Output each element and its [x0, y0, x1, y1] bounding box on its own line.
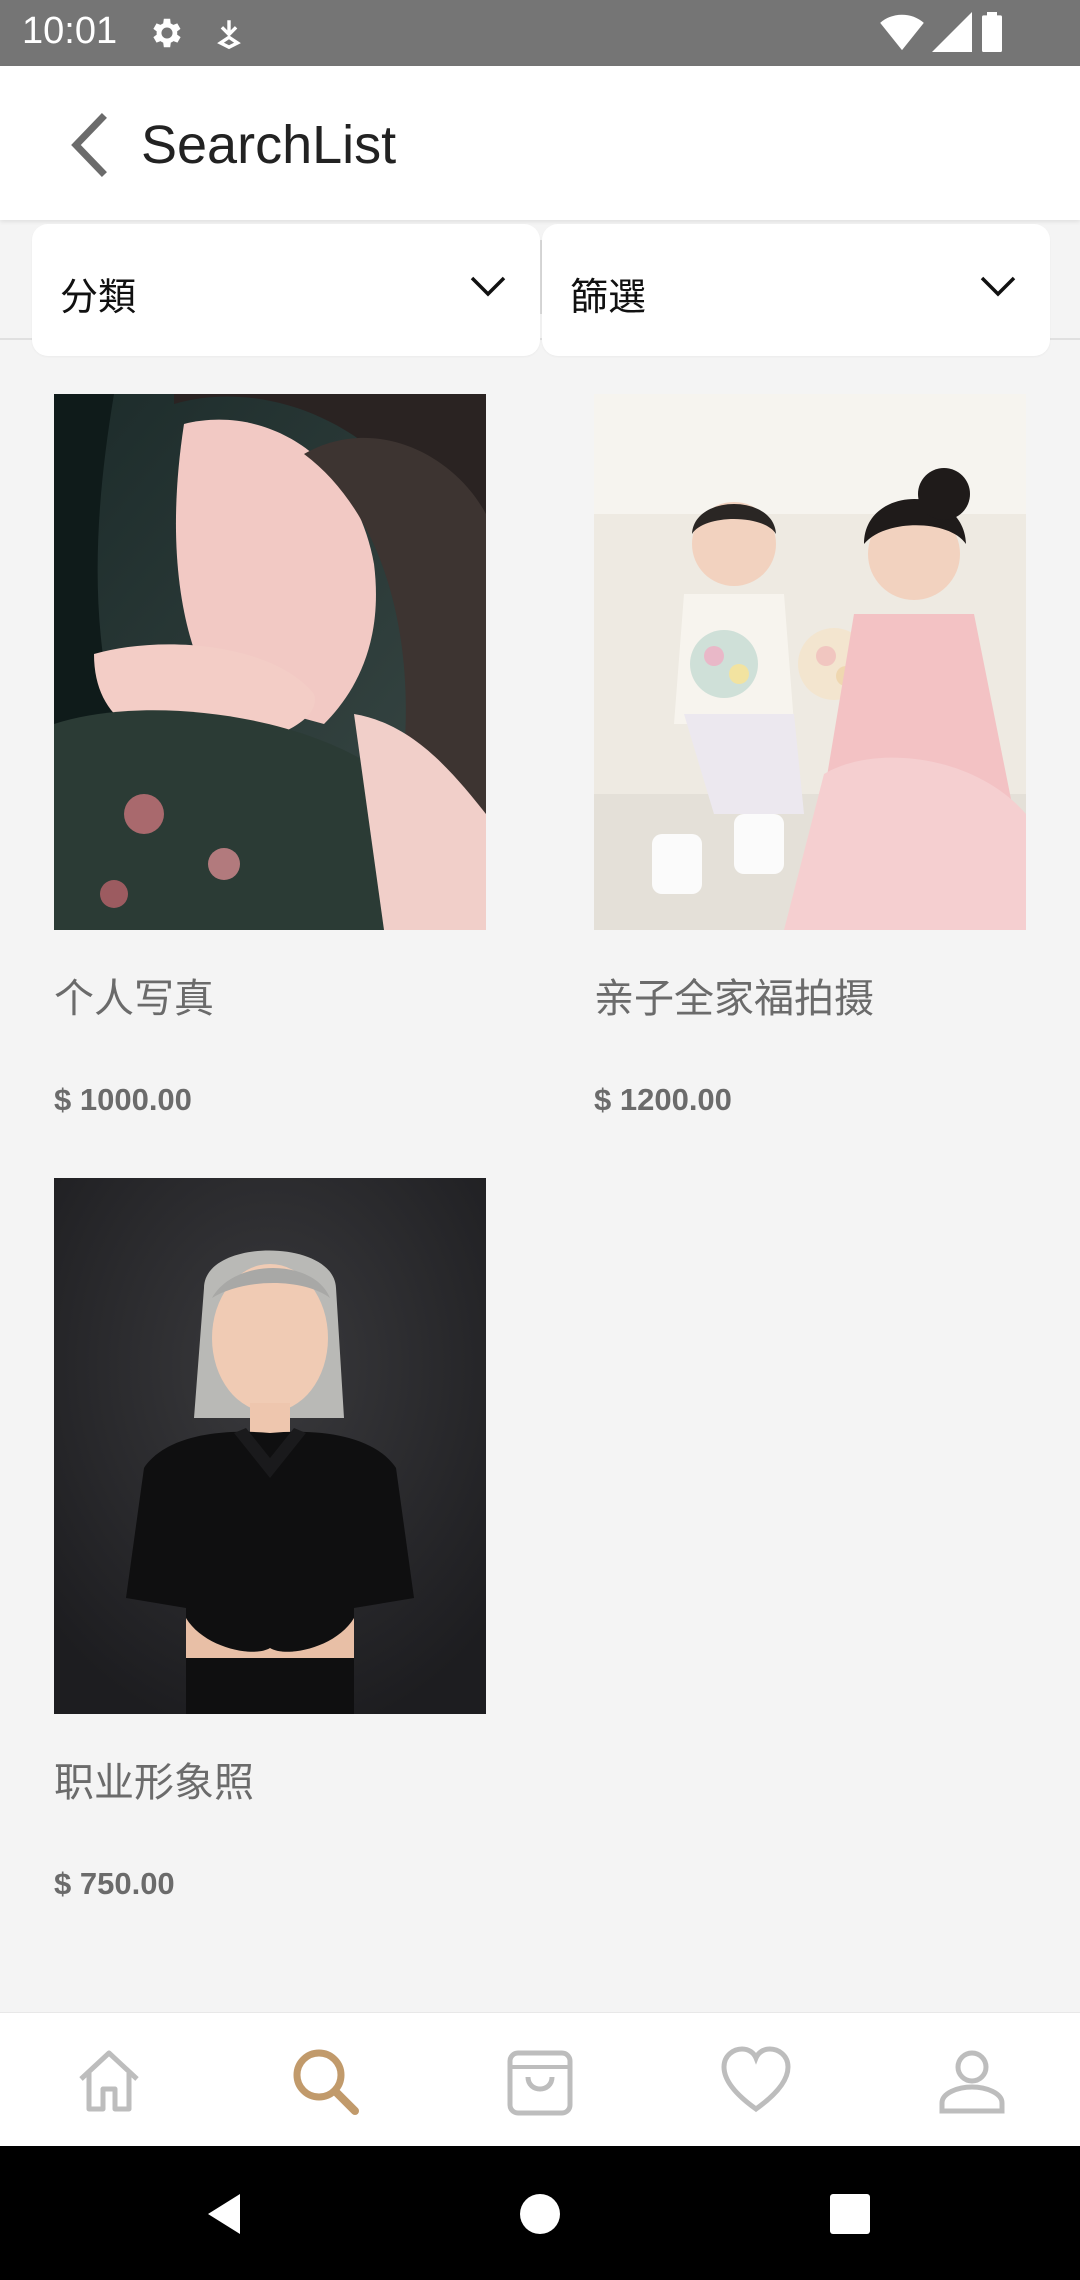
product-image-family[interactable] [594, 394, 1026, 930]
profile-icon [939, 2050, 1005, 2114]
nav-search[interactable] [287, 2043, 363, 2119]
nav-profile[interactable] [934, 2043, 1010, 2119]
signal-icon [932, 12, 972, 57]
filter-dropdown[interactable]: 篩選 [542, 224, 1050, 356]
recents-square-icon [830, 2194, 870, 2234]
chevron-left-icon [71, 113, 107, 177]
category-dropdown[interactable]: 分類 [32, 224, 540, 356]
product-price: $ 1000.00 [54, 1082, 192, 1117]
chevron-down-icon [980, 276, 1016, 297]
status-time: 10:01 [22, 10, 118, 52]
back-triangle-icon [208, 2194, 240, 2234]
product-name: 亲子全家福拍摄 [594, 976, 874, 1022]
category-dropdown-label: 分類 [60, 275, 137, 319]
home-circle-icon [520, 2194, 560, 2234]
search-icon [293, 2049, 359, 2115]
nav-home[interactable] [71, 2043, 147, 2119]
status-bar: 10:01 [0, 0, 1080, 66]
product-name: 个人写真 [54, 976, 214, 1022]
product-price: $ 1200.00 [594, 1082, 732, 1117]
system-nav-bar [0, 2146, 1080, 2280]
product-image-professional[interactable] [54, 1178, 486, 1714]
app-bar: SearchList [0, 66, 1080, 220]
system-back-button[interactable] [196, 2184, 256, 2244]
back-button[interactable] [58, 110, 128, 180]
product-name: 职业形象照 [54, 1760, 254, 1806]
nav-favorites[interactable] [718, 2043, 794, 2119]
home-icon [79, 2050, 139, 2112]
gear-icon [148, 14, 186, 57]
download-icon [212, 14, 246, 57]
product-price: $ 750.00 [54, 1866, 175, 1901]
bottom-nav [0, 2012, 1080, 2146]
nav-cart[interactable] [502, 2043, 578, 2119]
filter-dropdown-label: 篩選 [570, 275, 647, 319]
system-recents-button[interactable] [820, 2184, 880, 2244]
wifi-icon [880, 12, 924, 57]
battery-icon [980, 12, 1004, 57]
heart-icon [721, 2046, 791, 2113]
chevron-down-icon [470, 276, 506, 297]
page-title: SearchList [141, 115, 397, 175]
shopping-bag-icon [507, 2050, 573, 2116]
system-home-button[interactable] [510, 2184, 570, 2244]
product-image-portrait[interactable] [54, 394, 486, 930]
